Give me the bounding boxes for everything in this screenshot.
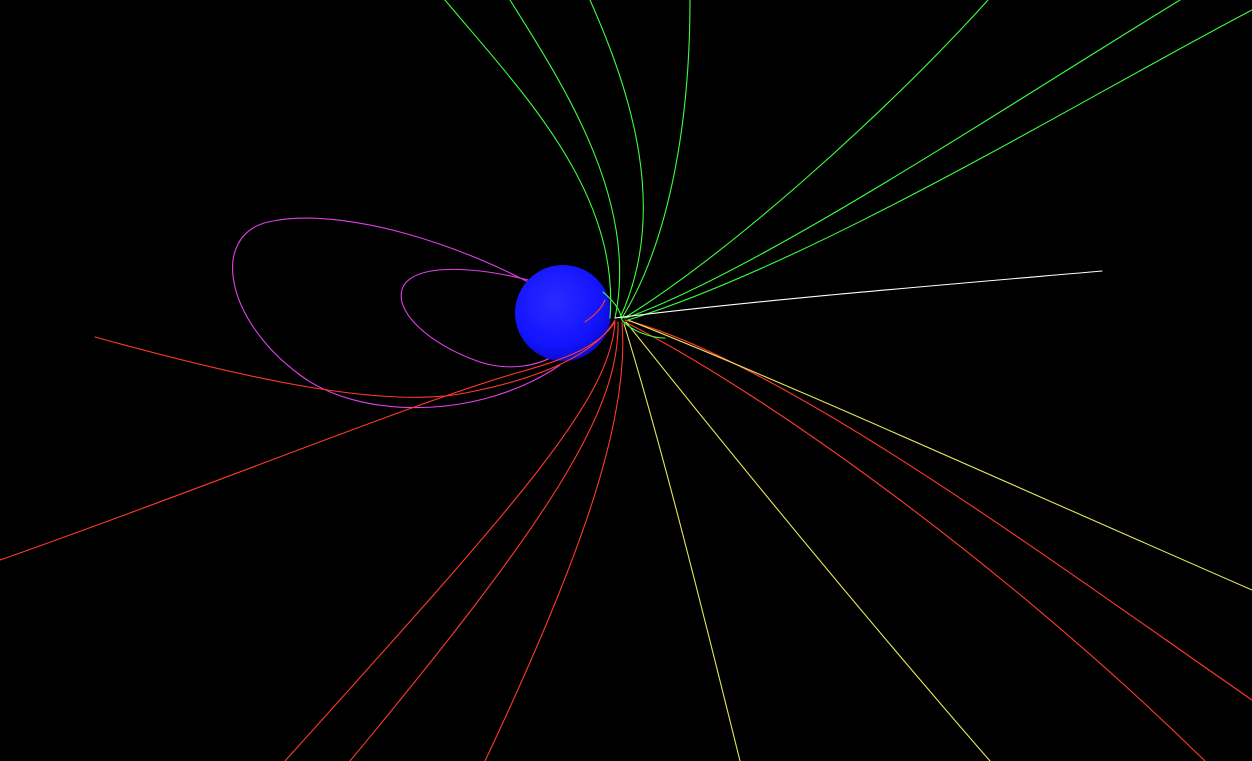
background: [0, 0, 1252, 761]
3d-viewport[interactable]: [0, 0, 1252, 761]
planet[interactable]: [515, 265, 611, 361]
magnetic-field-scene[interactable]: [0, 0, 1252, 761]
planet-sphere[interactable]: [515, 265, 611, 361]
